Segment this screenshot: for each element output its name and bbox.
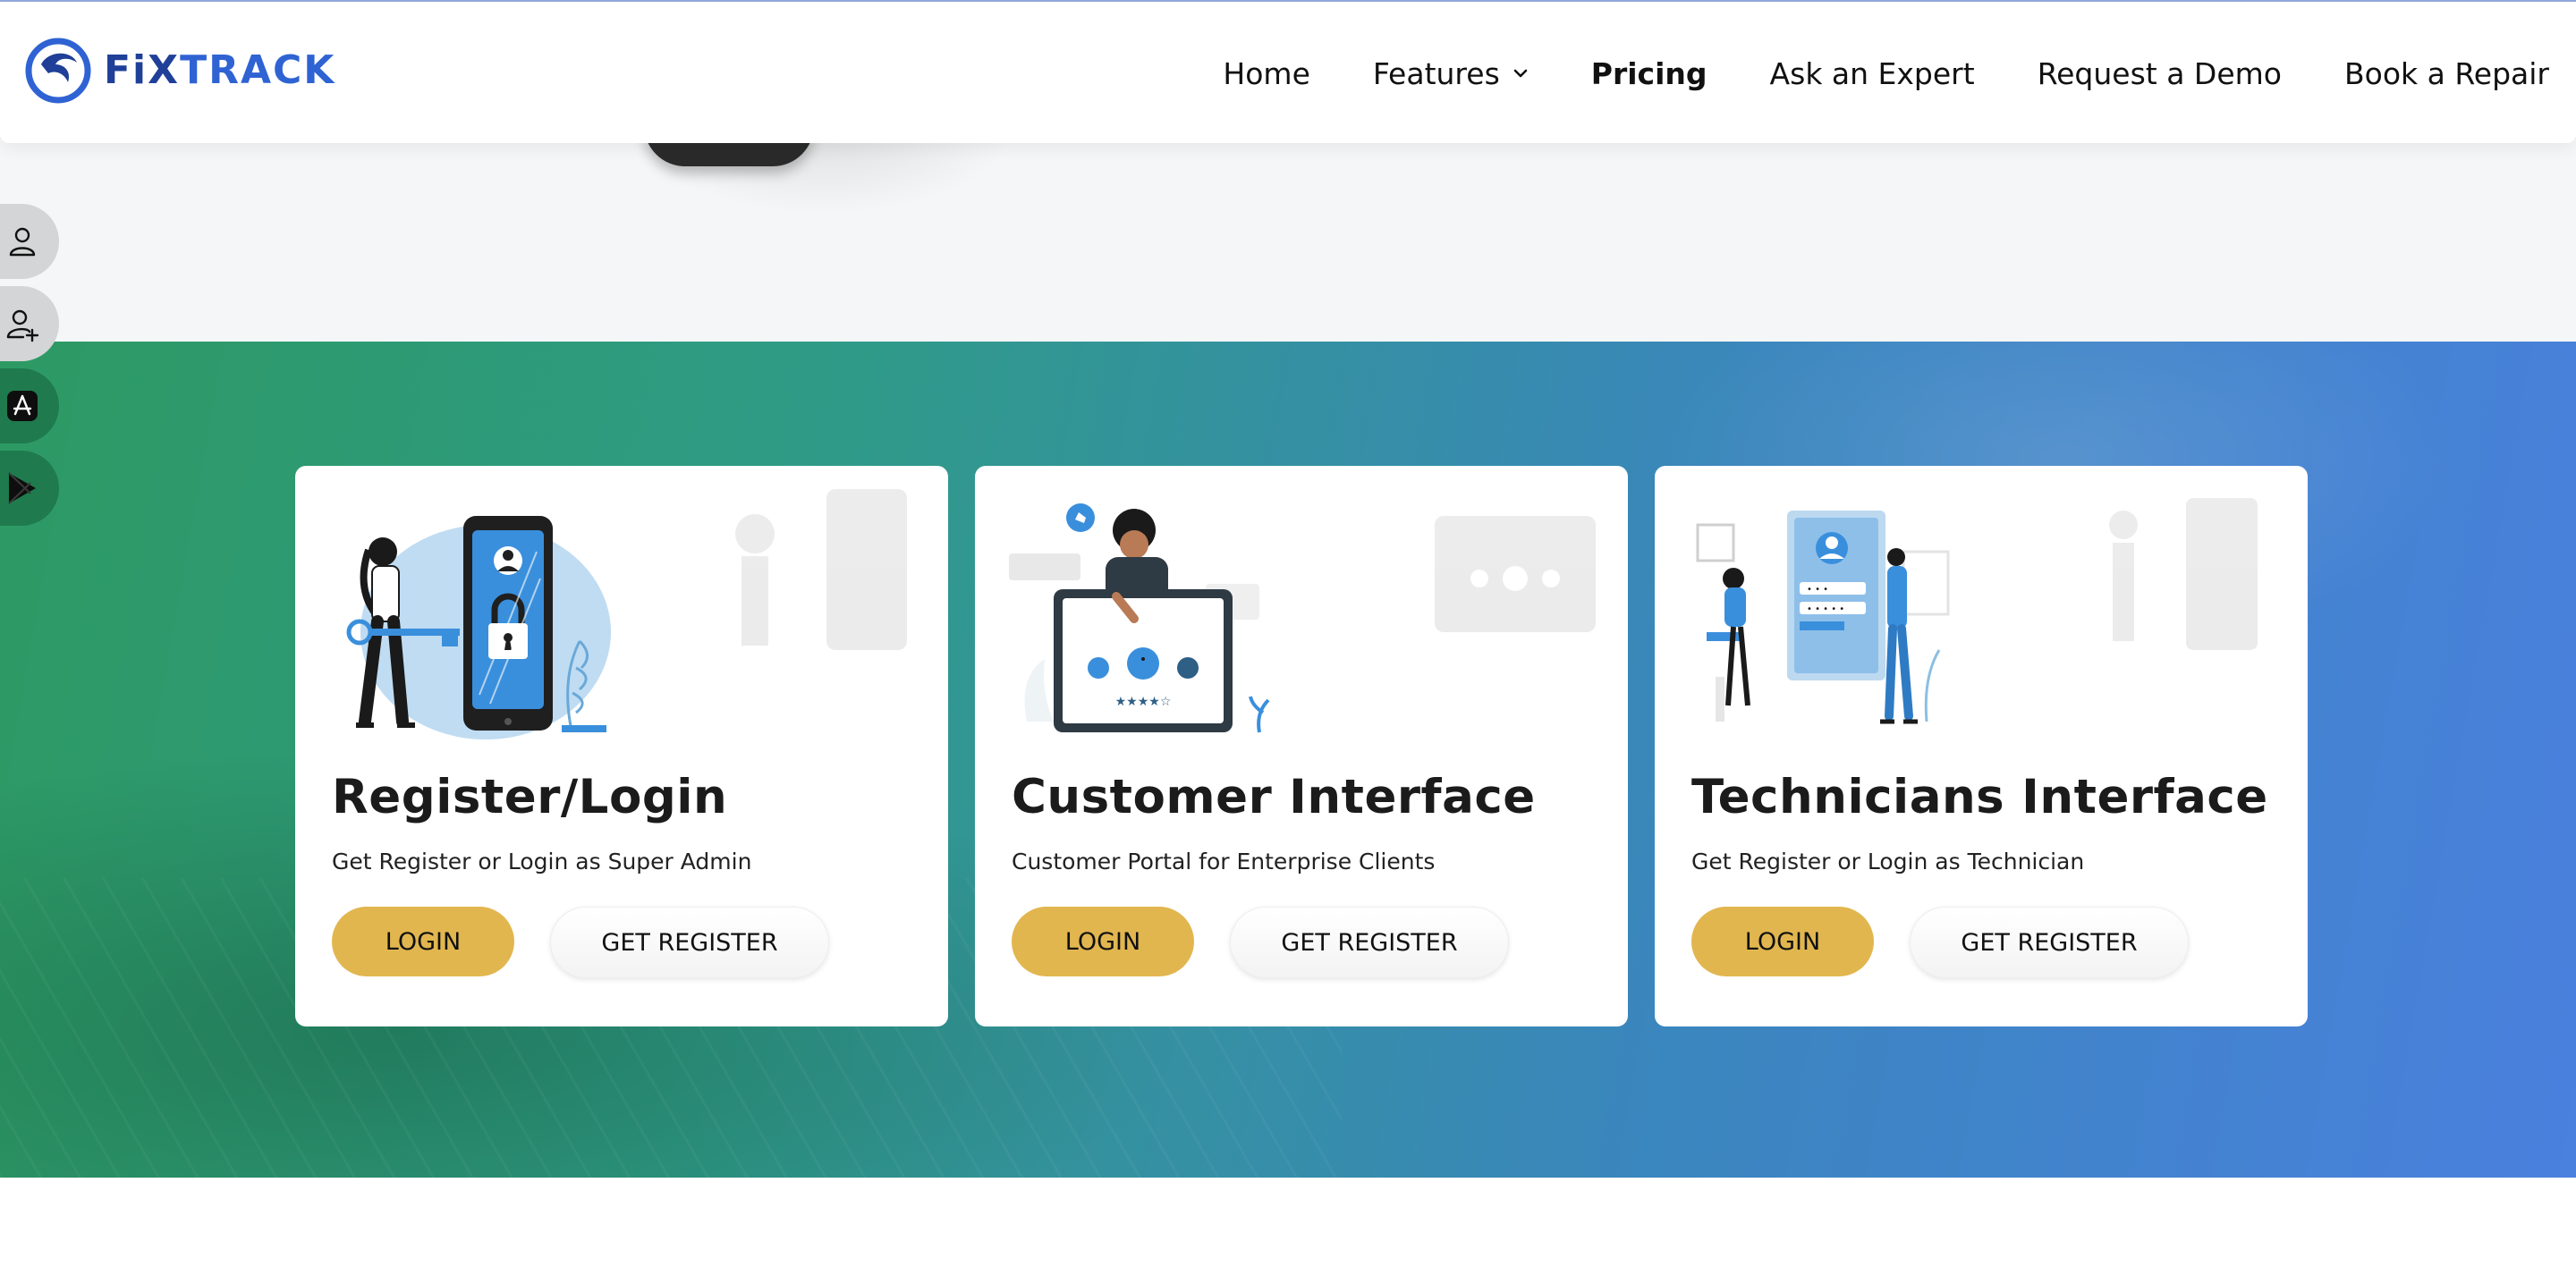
logo-wordmark: FiXTRACK [104,51,335,90]
card-customer-interface: ★★★★☆ Customer Interface Customer Portal… [975,466,1628,1026]
logo-text-track: TRACK [180,47,336,93]
card-title: Technicians Interface [1691,770,2268,824]
svg-text:• • • • •: • • • • • [1807,604,1844,614]
woman-with-key-and-phone-lock-illustration [346,516,611,739]
get-register-button[interactable]: GET REGISTER [1910,907,2189,978]
floating-sidebar [0,204,61,533]
main-nav: Home Features Pricing Ask an Expert Requ… [1160,2,2549,145]
svg-text:★★★★☆: ★★★★☆ [1115,695,1172,709]
login-button[interactable]: LOGIN [1012,907,1194,976]
card-title: Customer Interface [1012,770,1536,824]
card-technicians-interface: • • • • • • • • Technicians Interface Ge… [1655,466,2308,1026]
google-play-icon [8,472,36,504]
login-button[interactable]: LOGIN [332,907,514,976]
customer-feedback-tablet-illustration: ★★★★☆ [1009,503,1270,733]
logo-text-fix: FiX [104,47,181,93]
site-header: FiXTRACK Home Features Pricing Ask an Ex… [0,0,2576,143]
nav-pricing-label: Pricing [1590,55,1707,91]
card-ghost-illustration [1435,516,1596,632]
card-register-login: Register/Login Get Register or Login as … [295,466,948,1026]
logo[interactable]: FiXTRACK [25,38,335,104]
user-icon [9,227,36,257]
nav-ask-an-expert-label: Ask an Expert [1769,55,1975,91]
nav-home[interactable]: Home [1223,56,1309,91]
svg-text:• • •: • • • [1807,585,1828,595]
get-register-button[interactable]: GET REGISTER [1230,907,1509,978]
card-subtitle: Get Register or Login as Super Admin [332,849,752,874]
card-subtitle: Customer Portal for Enterprise Clients [1012,849,1436,874]
nav-ask-an-expert[interactable]: Ask an Expert [1770,56,1975,91]
nav-request-a-demo-label: Request a Demo [2037,55,2282,91]
card-ghost-illustration [735,489,907,650]
nav-features-label: Features [1372,55,1500,91]
sidebar-login-button[interactable] [0,204,59,279]
get-register-button[interactable]: GET REGISTER [550,907,829,978]
nav-features[interactable]: Features [1373,56,1529,91]
login-button[interactable]: LOGIN [1691,907,1874,976]
card-subtitle: Get Register or Login as Technician [1691,849,2085,874]
card-title: Register/Login [332,770,728,824]
sidebar-register-button[interactable] [0,286,59,361]
technician-profile-screen-illustration: • • • • • • • • [1696,511,1950,724]
nav-book-a-repair-label: Book a Repair [2344,55,2549,91]
chevron-down-icon [1513,69,1528,78]
user-plus-icon [6,309,39,342]
nav-book-a-repair[interactable]: Book a Repair [2344,56,2549,91]
card-ghost-illustration [2109,498,2258,650]
fixtrack-logo-icon [25,38,91,104]
sidebar-app-store-button[interactable] [0,368,59,443]
app-store-icon [7,391,38,421]
sidebar-google-play-button[interactable] [0,451,59,526]
nav-home-label: Home [1223,55,1310,91]
nav-request-a-demo[interactable]: Request a Demo [2038,56,2282,91]
nav-pricing[interactable]: Pricing [1591,56,1707,91]
